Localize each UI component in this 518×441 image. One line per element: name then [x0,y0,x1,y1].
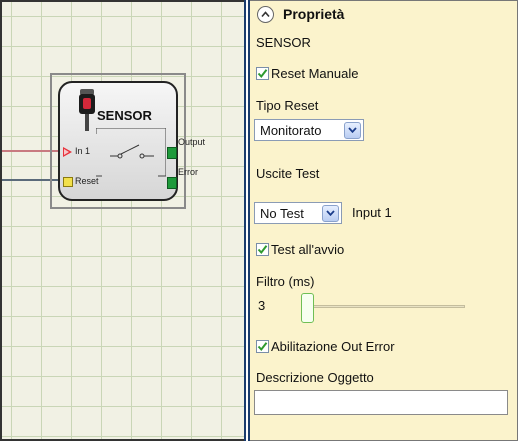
panel-title: Proprietà [283,6,345,22]
checkmark-icon [257,245,268,255]
test-avvio-checkbox[interactable] [256,243,269,256]
tipo-reset-select[interactable]: Monitorato [254,119,364,141]
sensor-function-block[interactable]: SENSOR In 1 Reset Output Error [58,81,205,201]
filtro-value: 3 [258,298,266,313]
tipo-reset-value: Monitorato [260,122,322,138]
schematic-canvas[interactable]: SENSOR In 1 Reset Output Error [0,0,244,441]
tipo-reset-label: Tipo Reset [256,98,319,113]
checkmark-icon [257,69,268,79]
block-title: SENSOR [97,108,152,123]
test-avvio-label: Test all'avvio [271,242,345,257]
object-name: SENSOR [256,35,311,50]
nc-contact-symbol [96,128,166,177]
out-error-label: Abilitazione Out Error [271,339,395,354]
photoelectric-sensor-icon [79,89,95,131]
chevron-down-icon[interactable] [322,204,339,222]
uscite-test-input-label: Input 1 [352,205,392,220]
uscite-test-select[interactable]: No Test [254,202,342,224]
collapse-button[interactable] [257,6,274,23]
chevron-down-icon[interactable] [344,121,361,139]
out-error-checkbox[interactable] [256,340,269,353]
descrizione-input[interactable] [254,390,508,415]
output-port[interactable] [167,147,177,159]
properties-panel: Proprietà SENSOR Reset Manuale Tipo Rese… [250,0,518,441]
chevron-up-icon [261,11,270,18]
in1-port[interactable] [63,147,72,157]
checkmark-icon [257,342,268,352]
filtro-slider-track[interactable] [310,305,465,308]
reset-manuale-checkbox[interactable] [256,67,269,80]
uscite-test-value: No Test [260,205,304,221]
output-port-label: Output [178,137,206,147]
error-port[interactable] [167,177,177,189]
filtro-slider-thumb[interactable] [301,293,314,323]
uscite-test-label: Uscite Test [256,166,320,181]
reset-port[interactable] [63,177,73,187]
in1-port-label: In 1 [75,146,91,156]
filtro-label: Filtro (ms) [256,274,315,289]
reset-manuale-label: Reset Manuale [271,66,359,81]
descrizione-label: Descrizione Oggetto [256,370,374,385]
error-port-label: Error [178,167,198,177]
reset-port-label: Reset [75,176,99,186]
